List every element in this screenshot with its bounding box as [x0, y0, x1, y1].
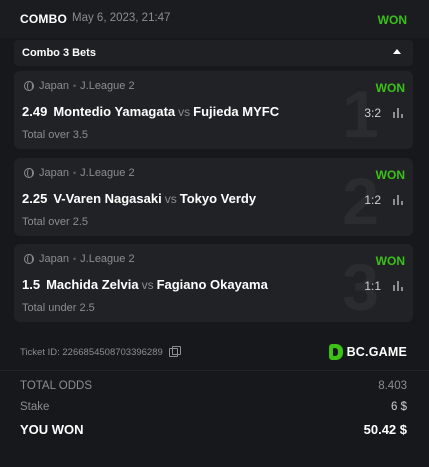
league-name: J.League 2 [80, 167, 135, 179]
match-score: 1:1 [364, 279, 381, 293]
ticket-id: Ticket ID: 2266854508703396289 [20, 347, 163, 358]
league-name: J.League 2 [80, 253, 135, 265]
match-score: 1:2 [364, 193, 381, 207]
payout-row: YOU WON 50.42 $ [20, 422, 407, 437]
separator-dot-icon: • [72, 168, 77, 178]
bet-datetime: May 6, 2023, 21:47 [72, 12, 171, 24]
vs-label: vs [164, 192, 177, 206]
league-line: Japan • J.League 2 [24, 80, 135, 92]
bet-card: 3 Japan • J.League 2 WON 1.5 Machida Zel… [14, 244, 413, 322]
separator-dot-icon: • [72, 254, 77, 264]
stake-label: Stake [20, 401, 50, 413]
copy-icon[interactable] [168, 346, 181, 357]
country-name: Japan [39, 167, 69, 179]
payout-value: 50.42 $ [363, 422, 407, 437]
match-line: 1.5 Machida Zelvia vs Fagiano Okayama [22, 277, 268, 292]
bet-status: WON [375, 168, 405, 182]
bet-market: Total over 2.5 [22, 216, 89, 228]
match-line: 2.25 V-Varen Nagasaki vs Tokyo Verdy [22, 191, 256, 206]
stake-value: 6 $ [391, 401, 407, 413]
globe-icon [24, 81, 34, 91]
away-team: Fagiano Okayama [156, 277, 268, 292]
payout-label: YOU WON [20, 422, 84, 437]
combo-toggle[interactable]: Combo 3 Bets [14, 40, 413, 66]
country-name: Japan [39, 80, 69, 92]
bet-odds: 1.5 [22, 277, 41, 292]
stake-row: Stake 6 $ [20, 401, 407, 413]
away-team: Tokyo Verdy [179, 191, 257, 206]
total-odds-row: TOTAL ODDS 8.403 [20, 380, 407, 392]
chevron-up-icon[interactable] [393, 49, 401, 54]
away-team: Fujieda MYFC [193, 104, 280, 119]
globe-icon [24, 254, 34, 264]
vs-label: vs [141, 278, 154, 292]
vs-label: vs [178, 105, 191, 119]
bet-status: WON [375, 254, 405, 268]
bet-card: 2 Japan • J.League 2 WON 2.25 V-Varen Na… [14, 158, 413, 236]
total-odds-value: 8.403 [378, 380, 407, 392]
globe-icon [24, 168, 34, 178]
bet-card: 1 Japan • J.League 2 WON 2.49 Montedio Y… [14, 71, 413, 149]
match-line: 2.49 Montedio Yamagata vs Fujieda MYFC [22, 104, 279, 119]
home-team: Montedio Yamagata [53, 104, 176, 119]
brand-logo: BC.GAME [328, 344, 407, 360]
bc-logo-icon [328, 344, 343, 360]
stats-icon[interactable] [393, 195, 403, 205]
separator-dot-icon: • [72, 81, 77, 91]
home-team: Machida Zelvia [46, 277, 139, 292]
home-team: V-Varen Nagasaki [53, 191, 162, 206]
stats-icon[interactable] [393, 281, 403, 291]
bet-odds: 2.25 [22, 191, 48, 206]
divider [0, 370, 429, 371]
match-score: 3:2 [364, 106, 381, 120]
combo-count-label: Combo 3 Bets [22, 47, 96, 59]
ticket-id-row: Ticket ID: 2266854508703396289 [20, 346, 181, 358]
combo-label: COMBO [20, 12, 67, 26]
bet-market: Total over 3.5 [22, 129, 89, 141]
league-name: J.League 2 [80, 80, 135, 92]
status-badge: WON [377, 13, 407, 27]
ticket-header: COMBO May 6, 2023, 21:47 WON [0, 0, 429, 38]
bet-status: WON [375, 81, 405, 95]
league-line: Japan • J.League 2 [24, 167, 135, 179]
bet-odds: 2.49 [22, 104, 48, 119]
country-name: Japan [39, 253, 69, 265]
brand-name: BC.GAME [346, 345, 407, 359]
league-line: Japan • J.League 2 [24, 253, 135, 265]
total-odds-label: TOTAL ODDS [20, 380, 92, 392]
stats-icon[interactable] [393, 108, 403, 118]
bet-market: Total under 2.5 [22, 302, 95, 314]
